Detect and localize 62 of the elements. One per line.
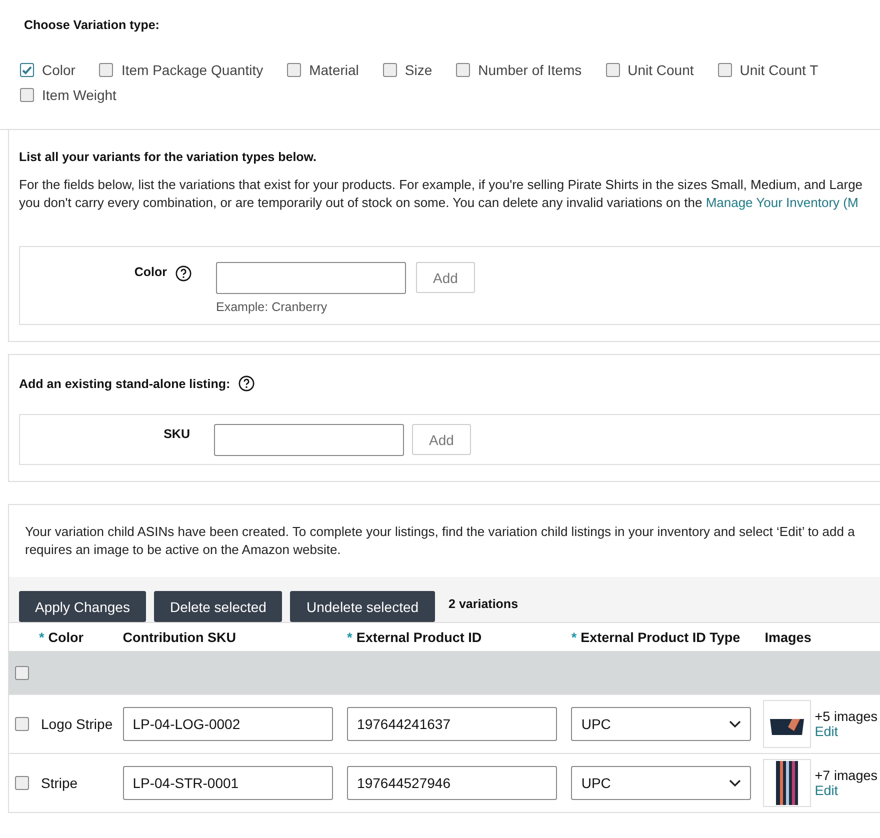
option-label: Unit Count T bbox=[740, 62, 818, 78]
checkbox[interactable] bbox=[382, 63, 397, 77]
column-header: External Product ID Type bbox=[580, 630, 740, 644]
add-button[interactable]: Add bbox=[416, 262, 475, 293]
option-label: Size bbox=[404, 62, 432, 78]
product-id-field[interactable]: 197644527946 bbox=[347, 766, 558, 800]
option-label: Item Weight bbox=[42, 87, 116, 103]
image-thumbnail[interactable] bbox=[762, 759, 811, 807]
help-icon[interactable] bbox=[175, 265, 192, 282]
field-label: SKU bbox=[164, 427, 190, 443]
action-button[interactable]: Apply Changes bbox=[19, 591, 146, 622]
color-cell: Stripe bbox=[41, 775, 78, 791]
sku-input-field[interactable] bbox=[214, 424, 404, 456]
id-type-dropdown[interactable]: UPC bbox=[571, 766, 752, 800]
sku-field[interactable]: LP-04-STR-0001 bbox=[122, 766, 333, 800]
section-title: Choose Variation type: bbox=[24, 18, 160, 32]
checkbox[interactable] bbox=[15, 666, 29, 680]
image-count: +7 images bbox=[814, 768, 878, 783]
edit-link[interactable]: Edit bbox=[814, 783, 878, 798]
help-icon[interactable] bbox=[238, 375, 256, 392]
field-label: Color bbox=[134, 265, 167, 281]
color-input-field[interactable] bbox=[216, 262, 406, 294]
instructions-text: For the fields below, list the variations that exist for your products. For example, if you're selling Pirate Shirts in the sizes Small, Medium, and Large you don't carry every combination, or are temporarily out of stock on some. You can delete any invalid variations on the Manage Your Inventory (M bbox=[19, 176, 864, 212]
checkbox[interactable] bbox=[287, 63, 302, 77]
option-label: Material bbox=[309, 62, 359, 78]
option-label: Item Package Quantity bbox=[121, 62, 264, 78]
column-header: Images bbox=[764, 630, 812, 644]
info-text: Your variation child ASINs have been created. To complete your listings, find the variation child listings in your inventory and select ‘Edit’ to add a requires an image to be active on the Amazon website. bbox=[25, 523, 856, 559]
inventory-link[interactable]: Manage Your Inventory (M bbox=[706, 195, 858, 210]
checkbox[interactable] bbox=[99, 63, 114, 77]
chevron-down-icon bbox=[729, 779, 742, 787]
checkbox[interactable] bbox=[606, 63, 620, 77]
required-marker: * bbox=[39, 630, 44, 644]
add-button[interactable]: Add bbox=[412, 424, 471, 455]
variation-count: 2 variations bbox=[448, 596, 518, 610]
image-count: +5 images bbox=[814, 709, 878, 724]
image-thumbnail[interactable] bbox=[762, 700, 811, 748]
section-title: List all your variants for the variation types below. bbox=[19, 150, 318, 164]
color-cell: Logo Stripe bbox=[41, 716, 113, 732]
column-header: Color bbox=[48, 630, 84, 644]
checkbox[interactable] bbox=[20, 88, 34, 102]
action-button[interactable]: Undelete selected bbox=[290, 591, 435, 622]
edit-link[interactable]: Edit bbox=[814, 724, 878, 739]
column-header: Contribution SKU bbox=[122, 630, 236, 644]
example-hint: Example: Cranberry bbox=[216, 300, 328, 314]
id-type-dropdown[interactable]: UPC bbox=[571, 707, 752, 741]
checkbox[interactable] bbox=[15, 717, 29, 731]
checkbox[interactable] bbox=[718, 63, 732, 77]
product-id-field[interactable]: 197644241637 bbox=[347, 707, 558, 741]
checkbox[interactable] bbox=[20, 63, 34, 77]
action-button[interactable]: Delete selected bbox=[154, 591, 282, 622]
required-marker: * bbox=[571, 630, 577, 644]
section-title: Add an existing stand-alone listing: bbox=[19, 376, 230, 390]
checkbox[interactable] bbox=[15, 776, 29, 790]
option-label: Color bbox=[42, 62, 76, 78]
checkbox[interactable] bbox=[456, 63, 470, 77]
option-label: Number of Items bbox=[478, 62, 582, 78]
column-header: External Product ID bbox=[356, 630, 482, 644]
chevron-down-icon bbox=[729, 720, 742, 728]
sku-field[interactable]: LP-04-LOG-0002 bbox=[122, 707, 333, 741]
option-label: Unit Count bbox=[628, 62, 694, 78]
required-marker: * bbox=[347, 630, 352, 644]
